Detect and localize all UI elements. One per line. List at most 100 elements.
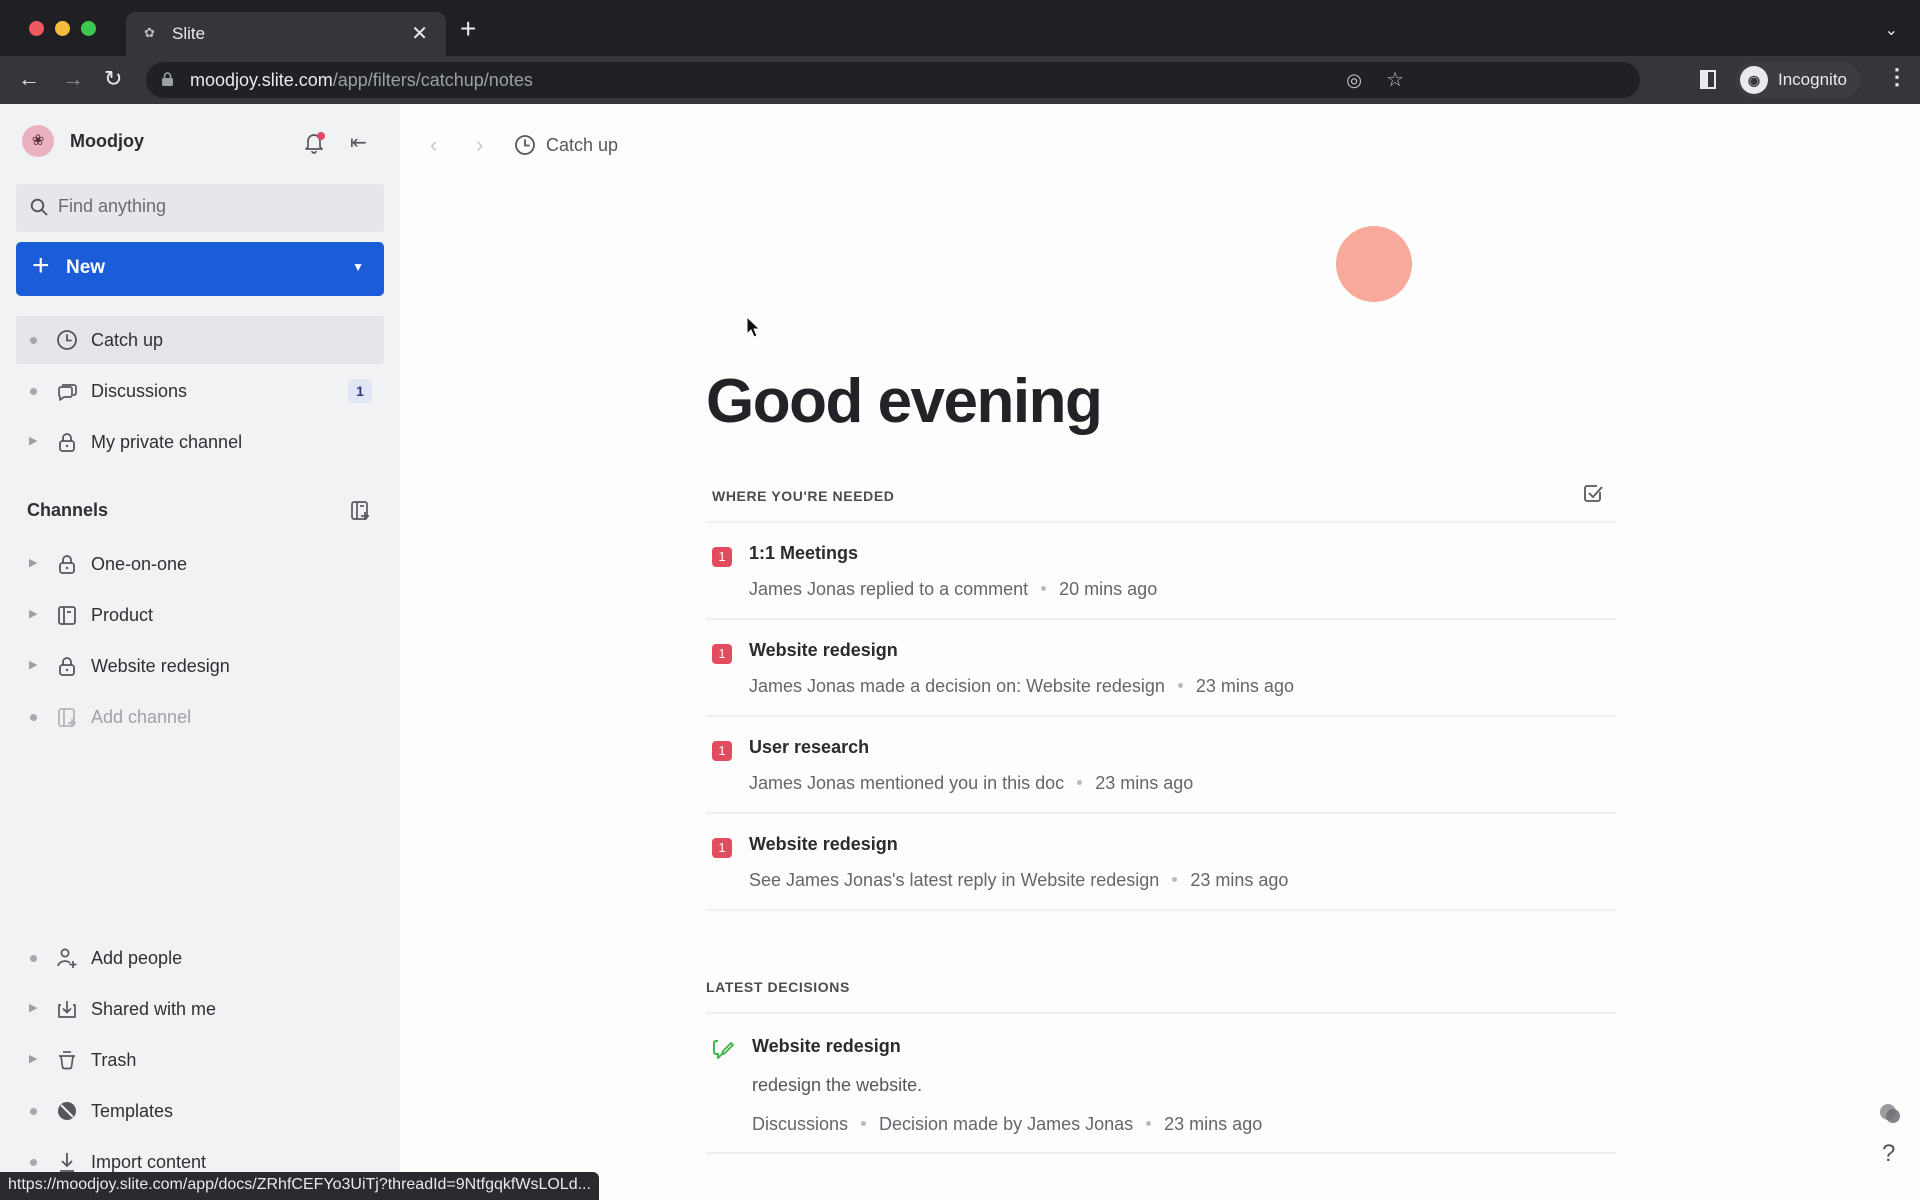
new-tab-button[interactable]: +: [460, 15, 476, 43]
bullet-icon: [30, 388, 37, 395]
breadcrumb-label: Catch up: [546, 134, 619, 155]
url-host: moodjoy.slite.com: [190, 70, 333, 90]
add-channel-icon[interactable]: [350, 500, 370, 522]
sidebar-item-label: My private channel: [91, 432, 243, 452]
sidebar-item-label: Add channel: [91, 707, 192, 727]
slite-app: ❀ Moodjoy ⇤ + New ▼: [0, 104, 1920, 1200]
browser-forward-icon[interactable]: →: [62, 66, 84, 92]
breadcrumb[interactable]: Catch up: [514, 134, 618, 156]
sidebar-item-templates[interactable]: Templates: [16, 1087, 384, 1135]
side-panel-icon[interactable]: [1700, 70, 1716, 89]
sidebar-item-product[interactable]: ▶ Product: [16, 591, 384, 639]
sidebar-item-shared-with-me[interactable]: ▶ Shared with me: [16, 985, 384, 1033]
templates-icon: [58, 1102, 76, 1120]
section-title: WHERE YOU'RE NEEDED: [712, 488, 895, 504]
expand-arrow-icon[interactable]: ▶: [29, 1052, 37, 1065]
sidebar-item-label: Discussions: [91, 381, 188, 401]
sidebar-item-my-private-channel[interactable]: ▶ My private channel: [16, 418, 384, 466]
separator-dot: [1077, 779, 1083, 785]
incognito-icon: ◉: [1740, 66, 1768, 94]
browser-menu-icon[interactable]: ⋮: [1886, 64, 1908, 90]
browser-tabstrip: ✿ Slite ✕ + ⌄: [0, 0, 1920, 56]
expand-arrow-icon[interactable]: ▶: [29, 658, 37, 671]
item-description: James Jonas made a decision on: Website …: [749, 676, 1165, 696]
sidebar: ❀ Moodjoy ⇤ + New ▼: [0, 104, 400, 1200]
add-channel-icon: [58, 708, 76, 727]
lock-icon: [59, 433, 75, 452]
needed-item[interactable]: 1 Website redesign See James Jonas's lat…: [706, 814, 1616, 911]
decision-meta: Discussions Decision made by James Jonas 2…: [752, 1114, 1262, 1135]
address-bar[interactable]: moodjoy.slite.com/app/filters/catchup/no…: [146, 62, 1640, 98]
separator-dot: [1146, 1120, 1152, 1126]
browser-tab[interactable]: ✿ Slite ✕: [126, 12, 446, 56]
unread-count-badge: 1: [348, 379, 372, 403]
plus-icon: +: [32, 249, 50, 282]
separator-dot: [1172, 876, 1178, 882]
search-field[interactable]: [16, 184, 384, 232]
tab-close-icon[interactable]: ✕: [411, 21, 428, 46]
sidebar-item-label: Catch up: [91, 330, 164, 350]
url-text[interactable]: moodjoy.slite.com/app/filters/catchup/no…: [190, 70, 533, 91]
window-close-button[interactable]: [29, 21, 44, 36]
clock-icon: [57, 330, 77, 350]
expand-arrow-icon[interactable]: ▶: [29, 556, 37, 569]
mark-all-done-checkbox-icon[interactable]: [1582, 482, 1604, 504]
history-forward-icon[interactable]: ›: [476, 132, 483, 158]
item-title: User research: [749, 737, 870, 757]
sidebar-item-catch-up[interactable]: Catch up: [16, 316, 384, 364]
help-button[interactable]: ?: [1882, 1140, 1895, 1168]
new-button-label: New: [66, 257, 106, 278]
needed-item[interactable]: 1 Website redesign James Jonas made a de…: [706, 620, 1616, 717]
sidebar-secondary-nav: Add people ▶ Shared with me ▶ Trash Temp…: [16, 934, 384, 1189]
sidebar-item-one-on-one[interactable]: ▶ One-on-one: [16, 540, 384, 588]
item-title: Website redesign: [749, 640, 898, 660]
tab-search-chevron-icon[interactable]: ⌄: [1885, 20, 1898, 40]
bullet-icon: [30, 1159, 37, 1166]
item-description: James Jonas mentioned you in this doc: [749, 773, 1065, 793]
user-avatar-blob: [1336, 226, 1412, 302]
expand-arrow-icon[interactable]: ▶: [29, 434, 37, 447]
item-meta: James Jonas mentioned you in this doc 23 …: [749, 773, 1193, 794]
lock-icon: [59, 555, 75, 574]
browser-toolbar: ← → ↻ moodjoy.slite.com/app/filters/catc…: [0, 56, 1920, 104]
incognito-label: Incognito: [1778, 70, 1847, 89]
needed-item[interactable]: 1 1:1 Meetings James Jonas replied to a …: [706, 523, 1616, 620]
item-meta: James Jonas replied to a comment 20 mins …: [749, 579, 1157, 600]
sidebar-item-add-people[interactable]: Add people: [16, 934, 384, 982]
bookmark-star-icon[interactable]: ☆: [1386, 67, 1404, 92]
incognito-profile-button[interactable]: ◉ Incognito: [1736, 62, 1860, 98]
sidebar-item-website-redesign[interactable]: ▶ Website redesign: [16, 642, 384, 690]
where-youre-needed-section: WHERE YOU'RE NEEDED 1 1:1 Meetings James…: [706, 485, 1616, 911]
chat-bubbles-icon: [58, 384, 77, 401]
sidebar-item-add-channel[interactable]: Add channel: [16, 693, 384, 741]
collapse-sidebar-icon[interactable]: ⇤: [350, 130, 367, 155]
decision-item[interactable]: Website redesign redesign the website. D…: [706, 1014, 1616, 1154]
decision-body: redesign the website.: [752, 1075, 923, 1095]
window-minimize-button[interactable]: [55, 21, 70, 36]
sidebar-item-trash[interactable]: ▶ Trash: [16, 1036, 384, 1084]
bullet-icon: [30, 714, 37, 721]
browser-back-icon[interactable]: ←: [18, 66, 40, 92]
tab-title: Slite: [172, 24, 206, 43]
tracking-protection-eye-icon[interactable]: ◎: [1346, 70, 1362, 91]
search-input[interactable]: [58, 196, 358, 217]
chat-support-icon[interactable]: [1878, 1102, 1902, 1126]
sidebar-item-label: Import content: [91, 1152, 207, 1172]
search-icon: [30, 198, 48, 216]
notifications-button[interactable]: [304, 132, 325, 154]
dropdown-caret-icon[interactable]: ▼: [352, 260, 364, 274]
browser-reload-icon[interactable]: ↻: [104, 66, 122, 92]
sidebar-item-discussions[interactable]: Discussions 1: [16, 367, 384, 415]
bullet-icon: [30, 955, 37, 962]
expand-arrow-icon[interactable]: ▶: [29, 607, 37, 620]
link-status-bar: https://moodjoy.slite.com/app/docs/ZRhfC…: [0, 1172, 599, 1200]
sidebar-item-label: Product: [91, 605, 154, 625]
needed-item[interactable]: 1 User research James Jonas mentioned yo…: [706, 717, 1616, 814]
bullet-icon: [30, 337, 37, 344]
history-back-icon[interactable]: ‹: [430, 132, 437, 158]
channels-heading: Channels: [27, 500, 109, 520]
workspace-switcher[interactable]: ❀ Moodjoy: [22, 124, 144, 158]
new-button[interactable]: + New ▼: [16, 242, 384, 296]
expand-arrow-icon[interactable]: ▶: [29, 1001, 37, 1014]
window-zoom-button[interactable]: [81, 21, 96, 36]
